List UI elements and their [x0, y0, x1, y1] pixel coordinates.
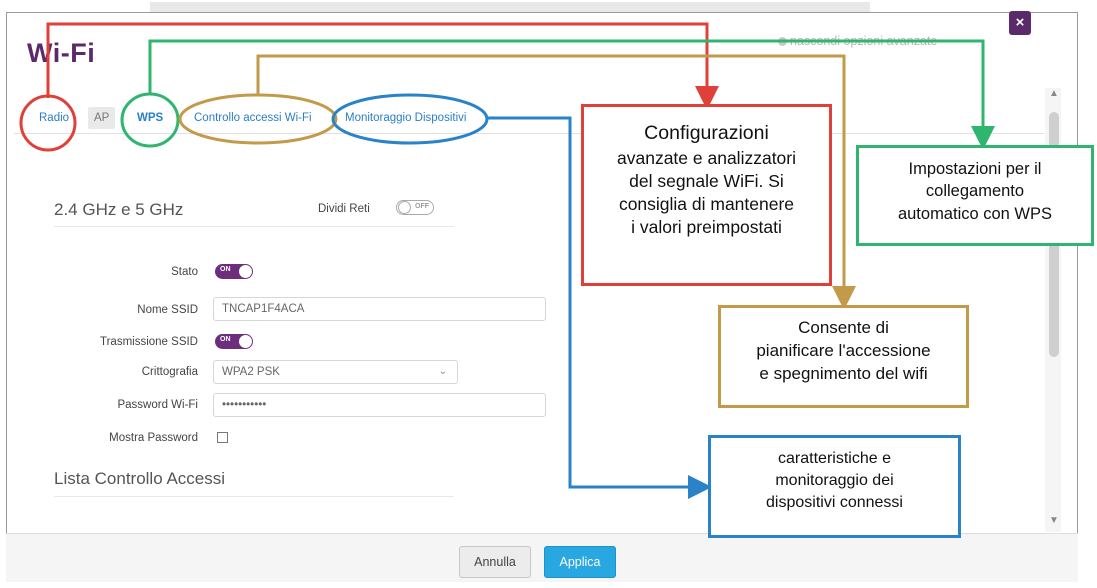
callout-line: avanzate e analizzatori	[617, 147, 796, 168]
radio-tab-highlight	[19, 94, 77, 152]
access-schedule-callout: Consente di pianificare l'accessione e s…	[718, 305, 969, 408]
callout-line: pianificare l'accessione	[756, 341, 931, 361]
callout-line: Configurazioni	[644, 122, 769, 144]
advanced-settings-callout: Configurazioni avanzate e analizzatori d…	[581, 104, 832, 286]
wps-tab-highlight	[120, 92, 180, 148]
callout-line: dispositivi connessi	[766, 494, 903, 512]
callout-line: automatico con WPS	[897, 204, 1053, 223]
callout-line: Impostazioni per il	[908, 160, 1042, 178]
red-connector-line	[46, 22, 719, 110]
callout-line: Consente di	[798, 318, 889, 337]
access-control-tab-highlight	[178, 93, 338, 145]
device-monitoring-tab-highlight	[331, 93, 489, 145]
callout-line: e spegnimento del wifi	[759, 364, 928, 384]
callout-line: collegamento	[925, 182, 1025, 201]
callout-line: consiglia di mantenere	[618, 193, 795, 214]
callout-line: caratteristiche e	[778, 450, 891, 467]
device-monitoring-callout: caratteristiche e monitoraggio dei dispo…	[708, 435, 961, 538]
callout-line: del segnale WiFi. Si	[629, 170, 784, 191]
callout-line: monitoraggio dei	[775, 472, 894, 490]
callout-line: i valori preimpostati	[631, 217, 782, 238]
wps-callout: Impostazioni per il collegamento automat…	[856, 145, 1094, 246]
screenshot-stage: × Wi-Fi nascondi opzioni avanzate Radio …	[0, 0, 1097, 588]
